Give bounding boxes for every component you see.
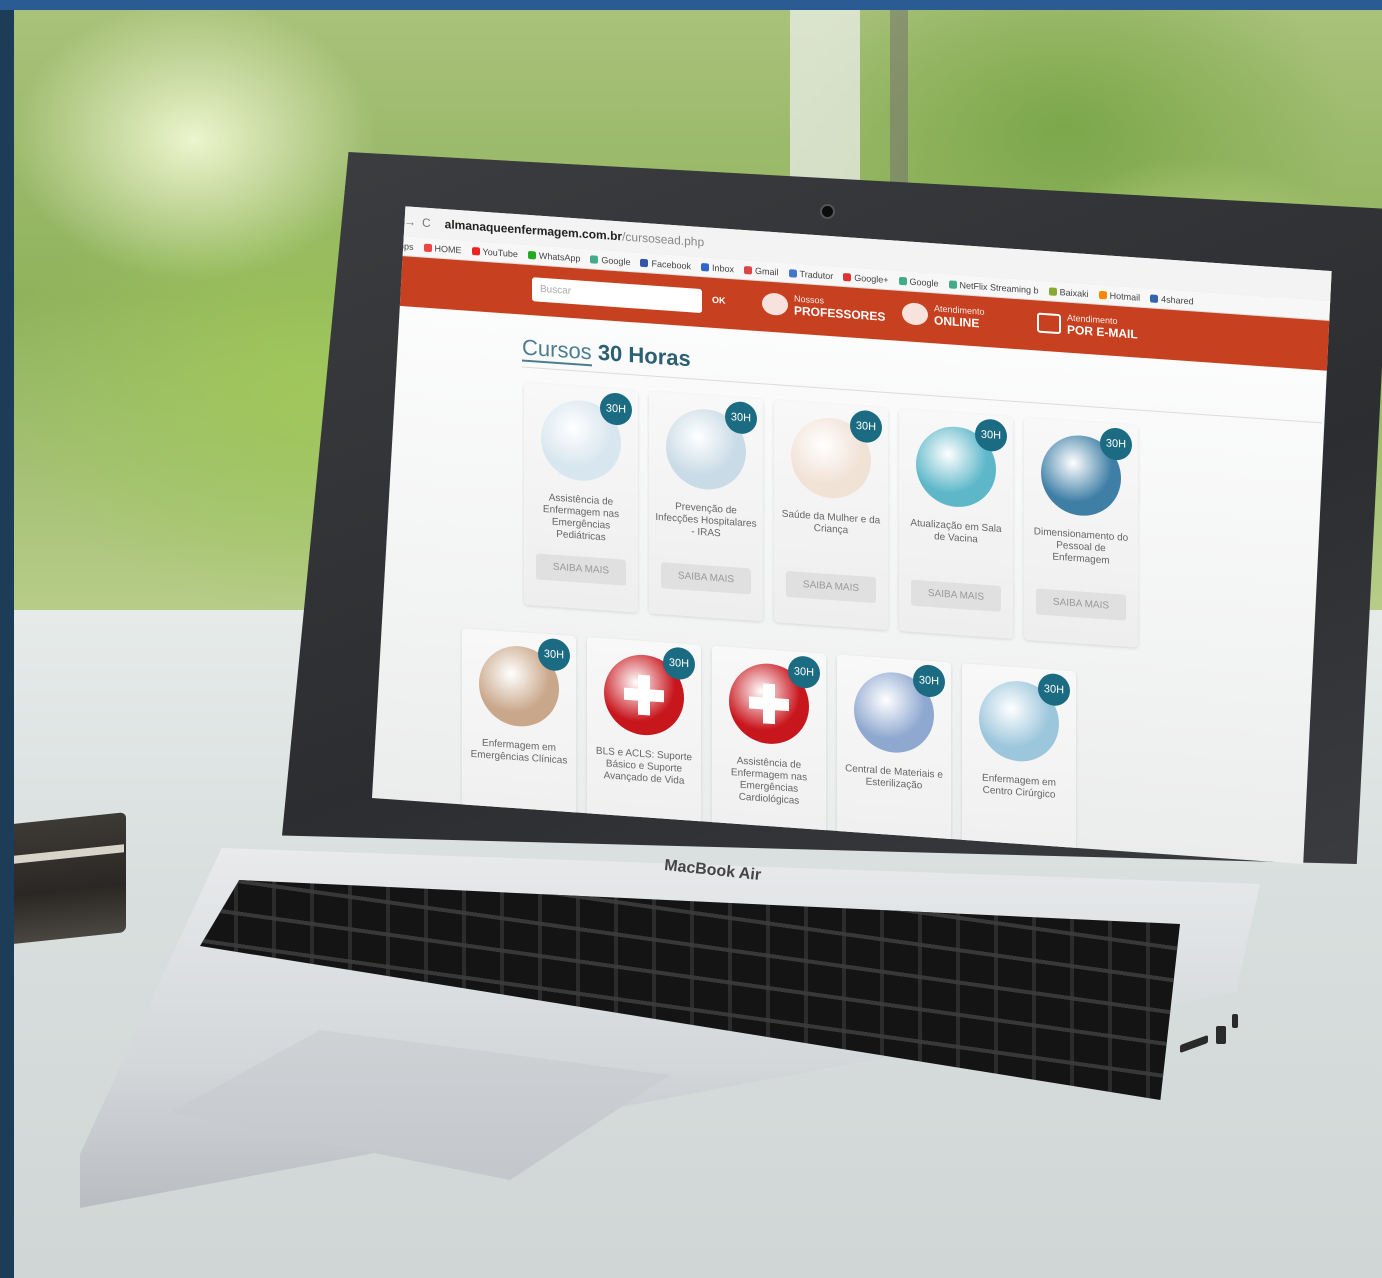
- people-icon: [762, 292, 788, 317]
- search-input[interactable]: Buscar: [532, 277, 702, 314]
- course-title: Enfermagem em Centro Cirúrgico: [982, 772, 1056, 801]
- course-card[interactable]: 30H Enfermagem em Centro Cirúrgico: [962, 663, 1076, 864]
- bookmark-item[interactable]: Google: [590, 254, 630, 267]
- medical-cross-icon: [624, 674, 664, 717]
- bookmark-item[interactable]: Facebook: [640, 257, 691, 271]
- bookmark-item[interactable]: Inbox: [700, 262, 735, 274]
- url-host: almanaqueenfermagem.com.br: [444, 217, 623, 244]
- usb-port: [1180, 1034, 1208, 1054]
- bookmark-item[interactable]: Google+: [843, 271, 889, 285]
- bookmark-favicon-icon: [898, 276, 907, 286]
- bookmark-label: Gmail: [755, 265, 779, 277]
- window-frame-post: [890, 10, 908, 210]
- bookmark-favicon-icon: [527, 251, 536, 260]
- bookmark-favicon-icon: [948, 280, 957, 289]
- course-title: Dimensionamento do Pessoal de Enfermagem: [1033, 526, 1129, 567]
- bookmark-label: Google: [601, 254, 631, 267]
- professores-link[interactable]: Nossos PROFESSORES: [762, 291, 885, 324]
- bookmark-item[interactable]: 4shared: [1150, 293, 1194, 306]
- course-card[interactable]: 30H Assistência de Enfermagem nas Emergên…: [524, 382, 638, 613]
- saiba-mais-button[interactable]: SAIBA MAIS: [536, 553, 626, 586]
- bookmark-item[interactable]: NetFlix Streaming b: [948, 279, 1039, 296]
- envelope-icon: [1037, 312, 1061, 335]
- atendimento-online-link[interactable]: Atendimento ONLINE: [902, 301, 985, 331]
- bookmark-label: Google: [909, 276, 939, 289]
- page-title-bold: 30 Horas: [597, 339, 691, 372]
- bookmark-label: Baixaki: [1059, 286, 1089, 299]
- bookmark-label: Hotmail: [1109, 290, 1141, 303]
- bookmark-item[interactable]: YouTube: [471, 245, 518, 259]
- bookmark-label: Facebook: [651, 258, 691, 271]
- bookmark-item[interactable]: Hotmail: [1098, 289, 1141, 303]
- bookmark-favicon-icon: [788, 269, 797, 278]
- course-title: Enfermagem em Emergências Clínicas: [470, 737, 568, 767]
- course-title: Saúde da Mulher e da Criança: [781, 508, 881, 537]
- search-ok-button[interactable]: OK: [712, 295, 726, 306]
- bookmark-label: WhatsApp: [538, 250, 581, 264]
- bookmark-favicon-icon: [590, 255, 599, 264]
- saiba-mais-button[interactable]: SAIBA MAIS: [661, 562, 751, 595]
- top-border-band: [0, 0, 1382, 10]
- bookmark-favicon-icon: [640, 258, 649, 268]
- bookmark-label: Tradutor: [799, 268, 834, 281]
- url-path: /cursosead.php: [622, 229, 705, 250]
- bookmark-item[interactable]: HOME: [423, 242, 462, 255]
- bookmark-label: 4shared: [1161, 293, 1194, 306]
- page-title: Cursos 30 Horas: [522, 334, 691, 372]
- bookmark-favicon-icon: [423, 243, 432, 253]
- bookmark-favicon-icon: [744, 266, 753, 275]
- left-border-band: [0, 10, 14, 1278]
- bookmark-favicon-icon: [843, 273, 852, 282]
- course-card[interactable]: 30H Saúde da Mulher e da Criança SAIBA MAI…: [774, 400, 888, 631]
- bookmark-label: YouTube: [482, 246, 518, 259]
- laptop-ports: [1180, 1000, 1240, 1060]
- course-title: Assistência de Enfermagem nas Emergência…: [730, 755, 808, 807]
- bookmark-favicon-icon: [1150, 294, 1159, 304]
- course-card[interactable]: 30H Prevenção de Infecções Hospitalares -…: [649, 391, 763, 622]
- bookmark-label: NetFlix Streaming b: [959, 279, 1039, 296]
- page-title-thin: Cursos: [522, 334, 592, 367]
- atendimento-email-link[interactable]: Atendimento POR E-MAIL: [1037, 311, 1138, 342]
- bookmark-item[interactable]: Tradutor: [788, 268, 834, 281]
- course-title: Central de Materiais e Esterilização: [845, 763, 943, 792]
- bookmark-favicon-icon: [1048, 287, 1057, 296]
- course-title: Prevenção de Infecções Hospitalares - IR…: [655, 501, 757, 540]
- bookmark-label: Inbox: [711, 262, 735, 274]
- card-slot: [1232, 1014, 1238, 1028]
- thunderbolt-port: [1216, 1026, 1226, 1044]
- webcam: [820, 204, 835, 219]
- course-card[interactable]: 30H Atualização em Sala de Vacina SAIBA MA…: [899, 408, 1013, 639]
- bookmark-item[interactable]: WhatsApp: [527, 249, 581, 264]
- course-card[interactable]: 30H Dimensionamento do Pessoal de Enferma…: [1024, 417, 1138, 648]
- medical-cross-icon: [749, 682, 789, 725]
- book-stack: [14, 812, 126, 944]
- saiba-mais-button[interactable]: SAIBA MAIS: [786, 570, 876, 604]
- bookmark-favicon-icon: [700, 263, 709, 272]
- bookmark-favicon-icon: [1098, 290, 1107, 300]
- saiba-mais-button[interactable]: SAIBA MAIS: [1036, 588, 1126, 621]
- bookmark-favicon-icon: [471, 247, 480, 256]
- course-title: Assistência de Enfermagem nas Emergência…: [542, 492, 620, 544]
- bookmark-item[interactable]: Baixaki: [1048, 286, 1089, 299]
- saiba-mais-button[interactable]: SAIBA MAIS: [911, 579, 1001, 612]
- bookmark-item[interactable]: Google: [898, 275, 939, 289]
- course-title: Atualização em Sala de Vacina: [910, 517, 1002, 546]
- laptop-screen: ←→C almanaqueenfermagem.com.br/cursosead…: [372, 204, 1332, 864]
- browser-viewport: ←→C almanaqueenfermagem.com.br/cursosead…: [372, 204, 1332, 864]
- bookmark-label: HOME: [434, 242, 462, 255]
- course-title: BLS e ACLS: Suporte Básico e Suporte Ava…: [595, 745, 693, 787]
- chat-bubbles-icon: [902, 302, 928, 326]
- bookmark-label: Google+: [854, 272, 889, 285]
- bookmark-item[interactable]: Gmail: [744, 265, 779, 277]
